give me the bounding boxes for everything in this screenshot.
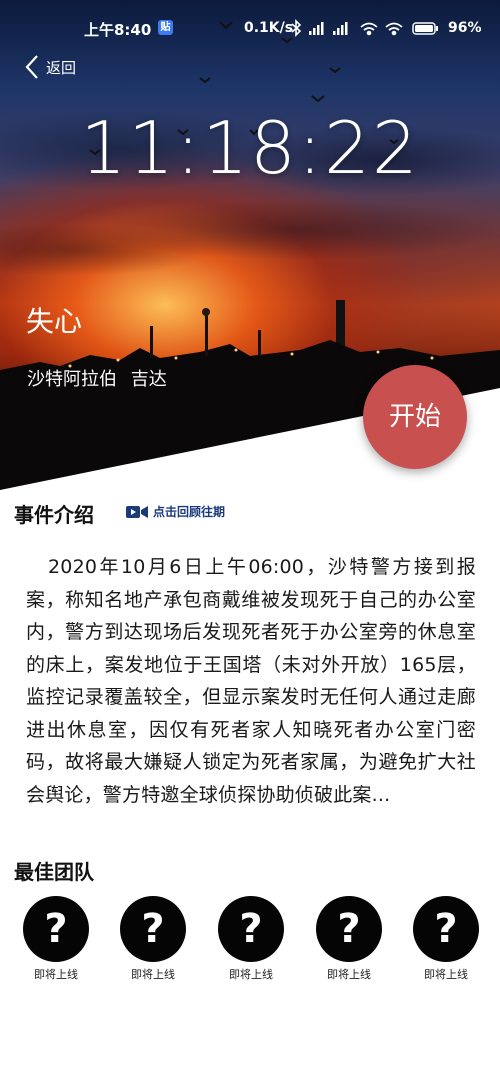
member-label: 即将上线 xyxy=(424,968,468,981)
case-location: 沙特阿拉伯 吉达 xyxy=(27,369,167,390)
signal-hd-icon xyxy=(309,22,324,35)
member-label: 即将上线 xyxy=(327,968,371,981)
section-title-team: 最佳团队 xyxy=(14,860,94,884)
start-button[interactable]: 开始 xyxy=(363,365,467,469)
team-member[interactable]: ? 即将上线 xyxy=(216,896,286,982)
status-bar: 上午8:40 贴 0.1K/s 96% xyxy=(0,0,500,58)
signal-hd-icon xyxy=(333,22,348,35)
battery-percent: 96% xyxy=(448,20,482,36)
wifi-icon xyxy=(360,22,378,36)
review-past-link[interactable]: 点击回顾往期 xyxy=(126,503,225,520)
case-title: 失心 xyxy=(26,305,83,338)
review-link-label: 点击回顾往期 xyxy=(153,505,226,519)
video-camera-icon xyxy=(126,505,148,518)
case-description: 2020年10月6日上午06:00，沙特警方接到报案，称知名地产承包商戴维被发现… xyxy=(26,556,476,806)
status-time: 上午8:40 xyxy=(84,21,152,39)
section-title-intro: 事件介绍 xyxy=(14,503,94,527)
back-label: 返回 xyxy=(46,58,77,77)
wifi-icon xyxy=(385,22,403,36)
notification-badge: 贴 xyxy=(158,20,173,35)
member-label: 即将上线 xyxy=(131,968,175,981)
battery-icon xyxy=(412,22,438,35)
team-member[interactable]: ? 即将上线 xyxy=(411,896,481,982)
avatar-placeholder: ? xyxy=(23,896,89,962)
avatar-placeholder: ? xyxy=(316,896,382,962)
bluetooth-icon xyxy=(291,19,302,37)
member-label: 即将上线 xyxy=(34,968,78,981)
countdown-timer: 11:18:22 xyxy=(80,106,420,190)
team-member[interactable]: ? 即将上线 xyxy=(21,896,91,982)
chevron-left-icon xyxy=(25,55,38,79)
back-button[interactable]: 返回 xyxy=(24,52,76,82)
member-label: 即将上线 xyxy=(229,968,273,981)
team-member[interactable]: ? 即将上线 xyxy=(314,896,384,982)
team-member[interactable]: ? 即将上线 xyxy=(118,896,188,982)
avatar-placeholder: ? xyxy=(218,896,284,962)
avatar-placeholder: ? xyxy=(120,896,186,962)
avatar-placeholder: ? xyxy=(413,896,479,962)
team-list: ? 即将上线 ? 即将上线 ? 即将上线 ? 即将上线 ? 即将上线 xyxy=(0,896,500,996)
network-speed: 0.1K/s xyxy=(244,20,294,36)
